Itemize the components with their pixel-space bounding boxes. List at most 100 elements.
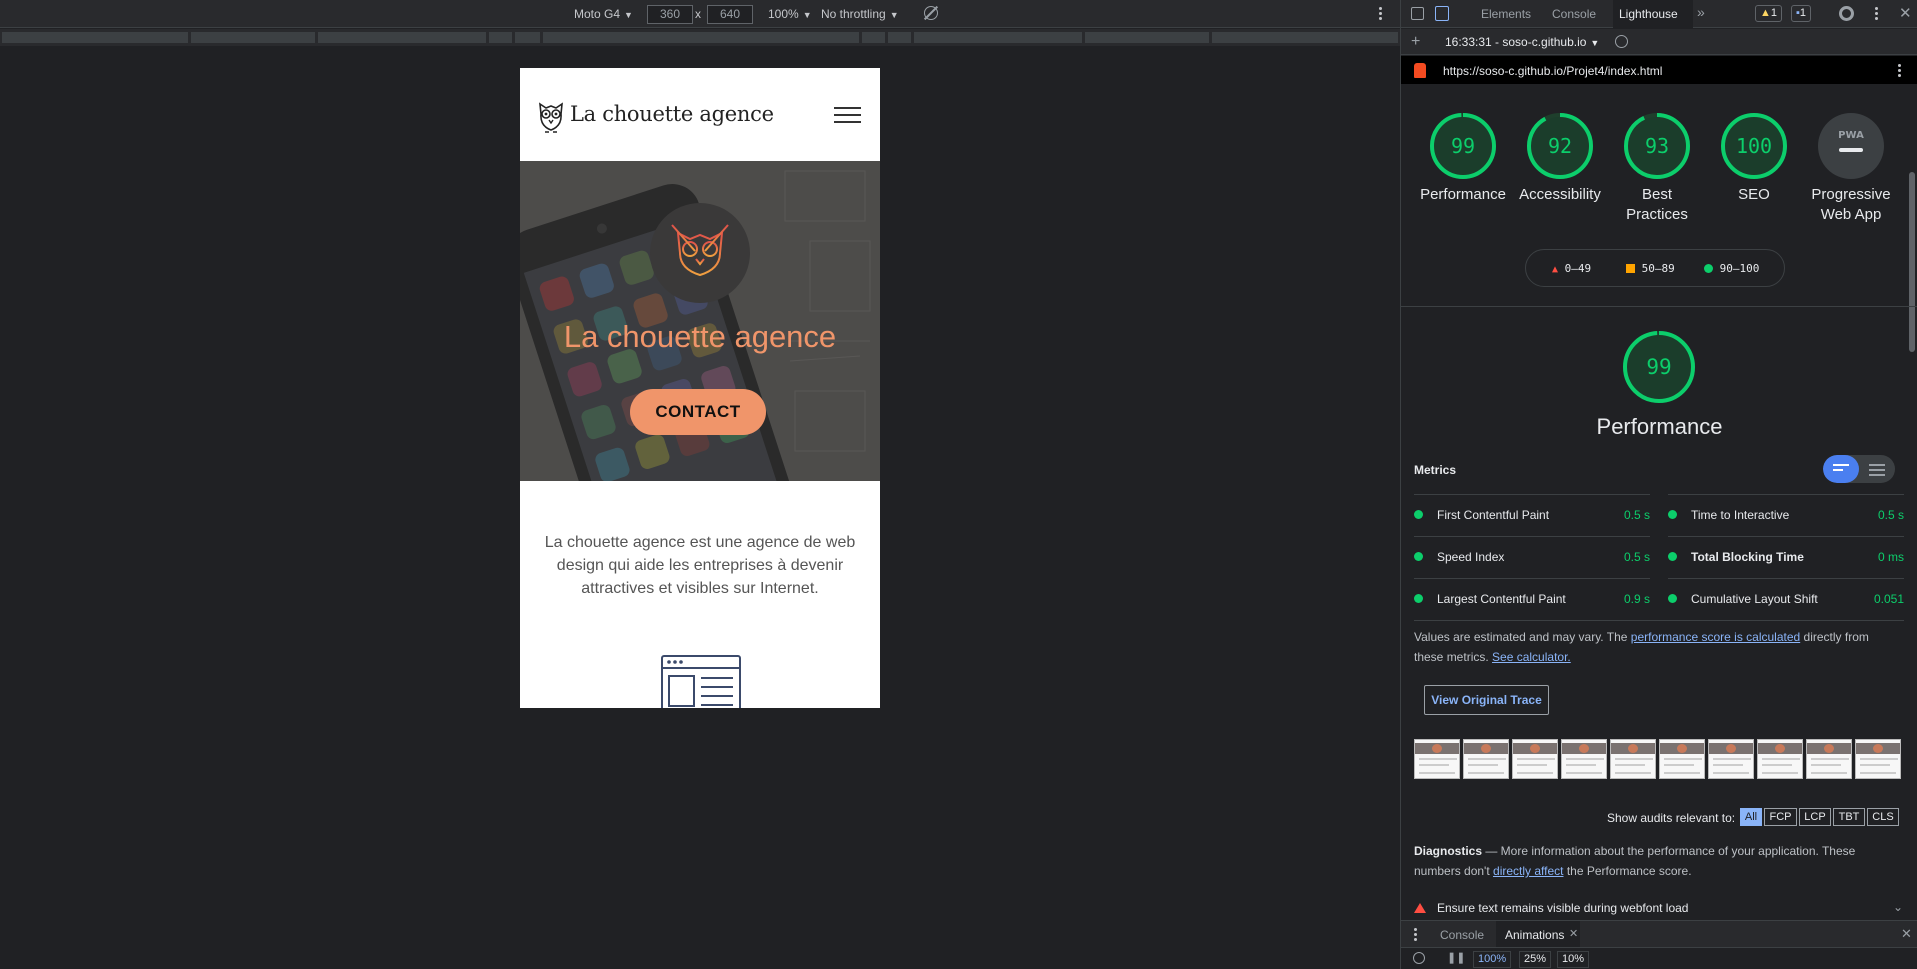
metric-cls: Cumulative Layout Shift 0.051: [1668, 578, 1904, 620]
hero-title: La chouette agence: [563, 319, 837, 354]
tab-elements[interactable]: Elements: [1481, 7, 1531, 21]
hamburger-menu-icon[interactable]: [834, 107, 861, 125]
media-query-segment[interactable]: [2, 32, 188, 43]
devtools-more-icon[interactable]: [1875, 7, 1879, 22]
media-query-segment[interactable]: [888, 32, 911, 43]
device-more-icon[interactable]: [1379, 7, 1383, 22]
height-input[interactable]: 640: [707, 5, 753, 24]
caret-down-icon: ▼: [1590, 38, 1600, 48]
lighthouse-report: 99 Performance 92 Accessibility 93 Best …: [1401, 84, 1917, 919]
square-icon: [1626, 264, 1635, 273]
legend-average: 50–89: [1626, 262, 1675, 275]
media-query-segment[interactable]: [191, 32, 315, 43]
gauge-label: Accessibility: [1515, 185, 1605, 205]
section-divider: [1401, 306, 1917, 307]
add-report-icon[interactable]: +: [1411, 33, 1420, 51]
rotate-icon[interactable]: [924, 6, 938, 20]
filter-lcp-button[interactable]: LCP: [1799, 808, 1831, 826]
filter-all-button[interactable]: All: [1740, 808, 1762, 826]
media-query-segment[interactable]: [489, 32, 512, 43]
metric-tbt: Total Blocking Time 0 ms: [1668, 536, 1904, 578]
drawer-tab-console[interactable]: Console: [1440, 928, 1484, 942]
toggle-device-icon[interactable]: [1435, 6, 1449, 21]
filter-cls-button[interactable]: CLS: [1867, 808, 1899, 826]
calculator-link[interactable]: See calculator.: [1492, 650, 1571, 664]
score-legend: ▲ 0–49 50–89 90–100: [1525, 249, 1785, 287]
clear-reports-icon[interactable]: [1615, 35, 1628, 48]
pwa-badge-icon: PWA: [1818, 113, 1884, 179]
filmstrip-frame: [1708, 739, 1754, 779]
audit-title: Ensure text remains visible during webfo…: [1437, 901, 1689, 915]
filter-fcp-button[interactable]: FCP: [1764, 808, 1797, 826]
pause-icon[interactable]: ❚❚: [1447, 951, 1465, 964]
performance-title: Performance: [1596, 414, 1723, 439]
media-query-segment[interactable]: [862, 32, 885, 43]
legend-fail: ▲ 0–49: [1552, 262, 1591, 275]
metric-value: 0.5 s: [1623, 508, 1650, 522]
gauge-label-line: Accessibility: [1519, 186, 1601, 203]
contact-button[interactable]: CONTACT: [630, 389, 766, 435]
tab-console[interactable]: Console: [1552, 7, 1596, 21]
width-input[interactable]: 360: [647, 5, 693, 24]
chevron-down-icon[interactable]: ⌄: [1893, 900, 1903, 914]
device-viewport: La chouette agence La chouette agence CO…: [520, 68, 880, 708]
filmstrip-frame: [1659, 739, 1705, 779]
media-query-segment[interactable]: [914, 32, 1082, 43]
score-gauge-icon: 93: [1624, 113, 1690, 179]
gauge-score: 100: [1736, 134, 1772, 158]
pwa-badge-text: PWA: [1838, 130, 1864, 141]
filmstrip-frame: [1463, 739, 1509, 779]
speed-100-button[interactable]: 100%: [1473, 951, 1512, 968]
drawer-tab-animations[interactable]: Animations: [1505, 928, 1564, 942]
messages-badge[interactable]: ▪1: [1791, 5, 1812, 22]
gauge-accessibility[interactable]: 92 Accessibility: [1515, 112, 1605, 205]
gauge-performance[interactable]: 99 Performance: [1418, 112, 1508, 205]
metrics-view-toggle[interactable]: [1823, 455, 1895, 483]
pass-dot-icon: [1414, 552, 1423, 561]
devtools-tabbar: Elements Console Lighthouse » ▲1 ▪1 ✕: [1401, 0, 1917, 28]
gauge-label-line: Best: [1641, 186, 1672, 203]
zoom-selector[interactable]: 100% ▼: [768, 7, 812, 21]
clear-animations-icon[interactable]: [1413, 952, 1425, 964]
pass-dot-icon: [1668, 510, 1677, 519]
report-url[interactable]: https://soso-c.github.io/Projet4/index.h…: [1443, 64, 1662, 78]
view-original-trace-button[interactable]: View Original Trace: [1424, 685, 1549, 715]
throttling-selector[interactable]: No throttling ▼: [821, 7, 899, 21]
filmstrip-frame: [1512, 739, 1558, 779]
triangle-icon: ▲: [1552, 264, 1559, 275]
site-logo-text[interactable]: La chouette agence: [570, 102, 774, 126]
media-query-segment[interactable]: [515, 32, 540, 43]
drawer-menu-icon[interactable]: [1414, 928, 1418, 943]
media-query-bar[interactable]: [0, 29, 1400, 46]
settings-gear-icon[interactable]: [1839, 6, 1854, 21]
gauge-label: Performance: [1418, 185, 1508, 205]
filter-tbt-button[interactable]: TBT: [1833, 808, 1865, 826]
expanded-view-icon: [1869, 464, 1885, 479]
tab-lighthouse[interactable]: Lighthouse: [1619, 7, 1678, 21]
directly-affect-link[interactable]: directly affect: [1493, 864, 1563, 878]
media-query-segment[interactable]: [1085, 32, 1209, 43]
performance-score-link[interactable]: performance score is calculated: [1631, 630, 1800, 644]
media-query-segment[interactable]: [543, 32, 859, 43]
more-tabs-icon[interactable]: »: [1697, 4, 1705, 20]
gauge-best-practices[interactable]: 93 Best Practices: [1612, 112, 1702, 225]
report-scrollbar[interactable]: [1909, 172, 1915, 352]
media-query-segment[interactable]: [318, 32, 486, 43]
speed-10-button[interactable]: 10%: [1557, 951, 1590, 968]
close-drawer-icon[interactable]: ✕: [1901, 926, 1912, 942]
close-devtools-icon[interactable]: ✕: [1899, 4, 1912, 22]
report-selector[interactable]: 16:33:31 - soso-c.github.io ▼: [1445, 35, 1599, 49]
gauge-label-line: Practices: [1626, 206, 1688, 223]
close-tab-icon[interactable]: ✕: [1569, 927, 1578, 940]
gauge-seo[interactable]: 100 SEO: [1709, 112, 1799, 205]
media-query-segment[interactable]: [1212, 32, 1398, 43]
audit-webfont-load[interactable]: Ensure text remains visible during webfo…: [1401, 899, 1917, 919]
gauge-pwa[interactable]: PWA Progressive Web App: [1806, 112, 1896, 225]
gauge-label-line: Performance: [1420, 186, 1506, 203]
device-selector[interactable]: Moto G4 ▼: [574, 7, 633, 21]
report-menu-icon[interactable]: [1898, 64, 1902, 79]
owl-icon: [671, 224, 729, 284]
speed-25-button[interactable]: 25%: [1519, 951, 1552, 968]
inspect-element-icon[interactable]: [1411, 7, 1424, 20]
warnings-badge[interactable]: ▲1: [1755, 5, 1783, 22]
